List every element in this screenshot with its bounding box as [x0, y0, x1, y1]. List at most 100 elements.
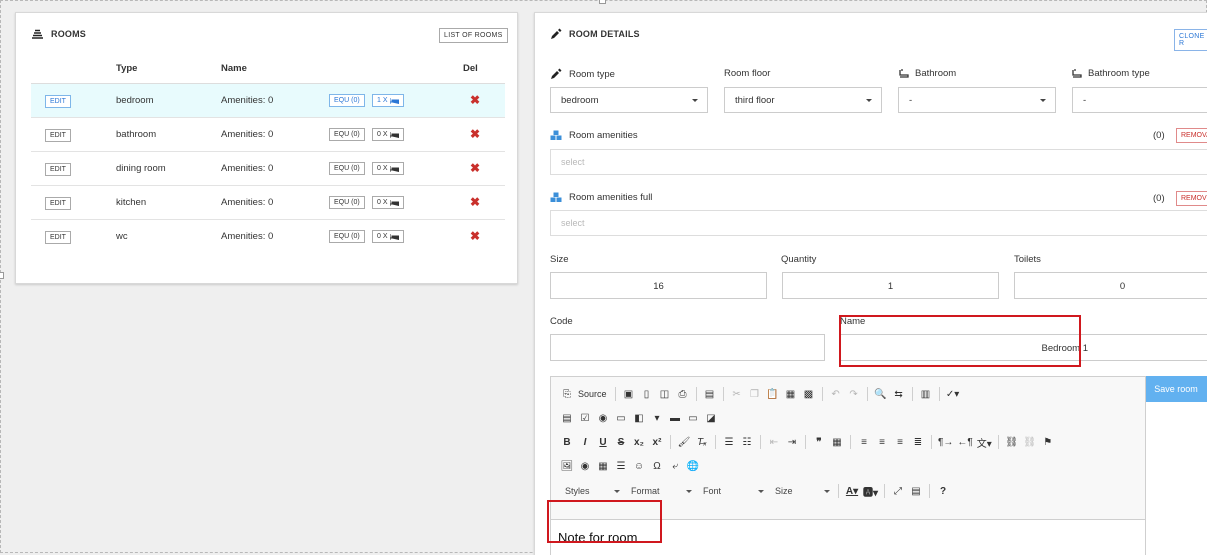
redo-icon[interactable]: ↷ [846, 385, 862, 403]
source-icon[interactable]: ⎘ [559, 385, 575, 403]
align-center-icon[interactable]: ≡ [874, 433, 890, 451]
beds-button[interactable]: 0 X [372, 196, 404, 209]
remove-format-icon[interactable]: T̶ₓ [694, 433, 710, 451]
button-field-icon[interactable]: ▬ [667, 409, 683, 427]
beds-button[interactable]: 0 X [372, 128, 404, 141]
italic-icon[interactable]: I [577, 433, 593, 451]
new-page-icon[interactable]: ▯ [639, 385, 655, 403]
print-icon[interactable]: ⎙ [675, 385, 691, 403]
room-amenities-select[interactable]: select [550, 149, 1207, 175]
iframe-icon[interactable]: 🌐 [685, 457, 701, 475]
delete-icon[interactable]: ✖ [470, 229, 480, 243]
select-all-icon[interactable]: ▥ [918, 385, 934, 403]
delete-icon[interactable]: ✖ [470, 195, 480, 209]
justify-icon[interactable]: ≣ [910, 433, 926, 451]
align-right-icon[interactable]: ≡ [892, 433, 908, 451]
source-button[interactable]: Source [577, 385, 610, 403]
code-input[interactable] [550, 334, 825, 361]
quantity-input[interactable]: 1 [782, 272, 999, 299]
flash-icon[interactable]: ◉ [577, 457, 593, 475]
table-icon[interactable]: ▦ [595, 457, 611, 475]
language-icon[interactable]: 文▾ [976, 433, 993, 451]
outdent-icon[interactable]: ⇤ [766, 433, 782, 451]
delete-icon[interactable]: ✖ [470, 161, 480, 175]
form-icon[interactable]: ▤ [559, 409, 575, 427]
beds-button[interactable]: 1 X [372, 94, 404, 107]
unlink-icon[interactable]: ⛓ [1022, 433, 1038, 451]
size-dropdown[interactable]: Size [769, 482, 833, 500]
edit-button[interactable]: EDIT [45, 129, 71, 142]
resize-handle-top[interactable] [599, 0, 606, 4]
spellcheck-icon[interactable]: ✓▾ [945, 385, 961, 403]
equipment-button[interactable]: EQU (0) [329, 230, 365, 243]
link-icon[interactable]: ⛓ [1004, 433, 1020, 451]
editor-content-area[interactable]: Note for room [551, 519, 1145, 555]
edit-button[interactable]: EDIT [45, 231, 71, 244]
paste-text-icon[interactable]: ▦ [783, 385, 799, 403]
hidden-field-icon[interactable]: ◪ [703, 409, 719, 427]
table-row[interactable]: EDIT kitchen Amenities: 0 EQU (0) 0 X ✖ [31, 186, 505, 220]
maximize-icon[interactable]: ⤢ [890, 482, 906, 500]
styles-dropdown[interactable]: Styles [559, 482, 623, 500]
name-input[interactable]: Bedroom 1 [839, 334, 1207, 361]
bathroom-select[interactable]: - [898, 87, 1056, 113]
toilets-input[interactable]: 0 [1014, 272, 1207, 299]
smiley-icon[interactable]: ☺ [631, 457, 647, 475]
text-color-icon[interactable]: A▾ [844, 482, 860, 500]
textarea-icon[interactable]: ◧ [631, 409, 647, 427]
checkbox-icon[interactable]: ☑ [577, 409, 593, 427]
show-blocks-icon[interactable]: ▤ [908, 482, 924, 500]
copy-icon[interactable]: ❐ [747, 385, 763, 403]
edit-button[interactable]: EDIT [45, 197, 71, 210]
div-container-icon[interactable]: ▦ [829, 433, 845, 451]
select-field-icon[interactable]: ▾ [649, 409, 665, 427]
table-row[interactable]: EDIT bedroom Amenities: 0 EQU (0) 1 X ✖ [31, 84, 505, 118]
font-dropdown[interactable]: Font [697, 482, 767, 500]
format-dropdown[interactable]: Format [625, 482, 695, 500]
strikethrough-icon[interactable]: S [613, 433, 629, 451]
delete-icon[interactable]: ✖ [470, 127, 480, 141]
copy-formatting-icon[interactable]: 🖌 [676, 433, 692, 451]
beds-button[interactable]: 0 X [372, 230, 404, 243]
subscript-icon[interactable]: x₂ [631, 433, 647, 451]
align-left-icon[interactable]: ≡ [856, 433, 872, 451]
paste-icon[interactable]: 📋 [765, 385, 781, 403]
blockquote-icon[interactable]: ❞ [811, 433, 827, 451]
bathroom-type-select[interactable]: - [1072, 87, 1207, 113]
preview-icon[interactable]: ◫ [657, 385, 673, 403]
anchor-icon[interactable]: ⚑ [1040, 433, 1056, 451]
equipment-button[interactable]: EQU (0) [329, 196, 365, 209]
room-type-select[interactable]: bedroom [550, 87, 708, 113]
ltr-icon[interactable]: ¶→ [937, 433, 954, 451]
equipment-button[interactable]: EQU (0) [329, 94, 365, 107]
edit-button[interactable]: EDIT [45, 163, 71, 176]
list-of-rooms-button[interactable]: LIST OF ROOMS [439, 28, 508, 43]
room-floor-select[interactable]: third floor [724, 87, 882, 113]
image-icon[interactable]: 🖼 [559, 457, 575, 475]
superscript-icon[interactable]: x² [649, 433, 665, 451]
page-break-icon[interactable]: ⤶ [667, 457, 683, 475]
edit-button[interactable]: EDIT [45, 95, 71, 108]
save-icon[interactable]: ▣ [621, 385, 637, 403]
beds-button[interactable]: 0 X [372, 162, 404, 175]
paste-word-icon[interactable]: ▩ [801, 385, 817, 403]
undo-icon[interactable]: ↶ [828, 385, 844, 403]
clone-room-button[interactable]: CLONE R [1174, 29, 1207, 51]
replace-icon[interactable]: ⇆ [891, 385, 907, 403]
textfield-icon[interactable]: ▭ [613, 409, 629, 427]
templates-icon[interactable]: ▤ [702, 385, 718, 403]
find-icon[interactable]: 🔍 [873, 385, 889, 403]
table-row[interactable]: EDIT wc Amenities: 0 EQU (0) 0 X ✖ [31, 220, 505, 254]
save-room-button[interactable]: Save room [1145, 376, 1207, 402]
image-button-icon[interactable]: ▭ [685, 409, 701, 427]
bold-icon[interactable]: B [559, 433, 575, 451]
size-input[interactable]: 16 [550, 272, 767, 299]
numbered-list-icon[interactable]: ☰ [721, 433, 737, 451]
table-row[interactable]: EDIT bathroom Amenities: 0 EQU (0) 0 X ✖ [31, 118, 505, 152]
special-char-icon[interactable]: Ω [649, 457, 665, 475]
indent-icon[interactable]: ⇥ [784, 433, 800, 451]
equipment-button[interactable]: EQU (0) [329, 162, 365, 175]
cut-icon[interactable]: ✂ [729, 385, 745, 403]
rtl-icon[interactable]: ←¶ [956, 433, 973, 451]
horizontal-line-icon[interactable]: ☰ [613, 457, 629, 475]
